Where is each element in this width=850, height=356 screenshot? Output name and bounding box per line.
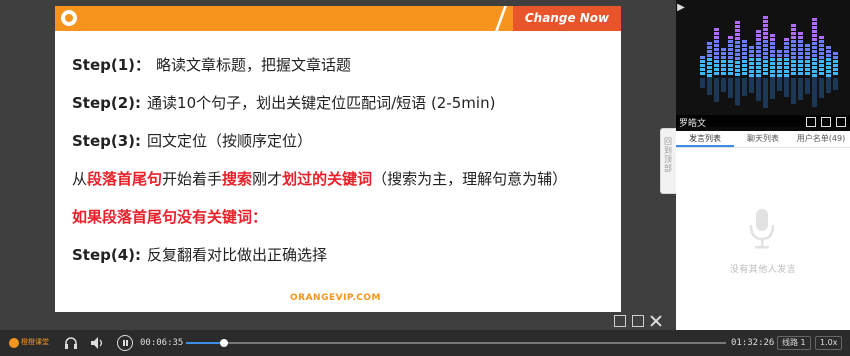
- camera-controls: [806, 117, 846, 127]
- route-selector[interactable]: 线路 1: [777, 336, 811, 350]
- tab-speech-list[interactable]: 发言列表: [676, 131, 734, 147]
- change-now-badge: Change Now: [513, 6, 621, 31]
- step-text: 回文定位（按顺序定位）: [147, 132, 313, 150]
- side-tab-label: 回到顶部: [664, 137, 672, 173]
- speed-selector[interactable]: 1.0x: [815, 336, 843, 350]
- video-stage: Change Now Step(1)： 略读文章标题，把握文章话题 Step(2)…: [0, 0, 676, 330]
- progress-slider[interactable]: [186, 339, 726, 347]
- slide-line: Step(1)： 略读文章标题，把握文章话题: [72, 56, 617, 74]
- camera-bar: 罗皓文: [676, 115, 850, 131]
- text-fragment: （搜索为主，理解句意为辅）: [372, 170, 568, 188]
- slide-line: Step(4): 反复翻看对比做出正确选择: [72, 246, 617, 264]
- step-label: Step(2):: [72, 94, 142, 112]
- chat-tabs: 发言列表 聊天列表 用户名单(49): [676, 131, 850, 148]
- player-logo: 橙橙课堂: [9, 336, 49, 350]
- step-label: Step(4):: [72, 246, 142, 264]
- orange-logo-icon: [61, 10, 77, 26]
- logo-text: 橙橙课堂: [21, 338, 49, 346]
- image-icon[interactable]: [632, 315, 644, 327]
- teacher-camera: [676, 0, 850, 127]
- step-label: Step(3):: [72, 132, 142, 150]
- step-text: 反复翻看对比做出正确选择: [147, 246, 328, 264]
- volume-icon[interactable]: [90, 336, 104, 350]
- audio-visualizer: [700, 16, 838, 108]
- document-icon[interactable]: [614, 315, 626, 327]
- chat-panel: 发言列表 聊天列表 用户名单(49) 没有其他人发言: [676, 131, 850, 330]
- header-divider: [485, 6, 515, 31]
- microphone-icon: [749, 209, 775, 249]
- slide-line: Step(3): 回文定位（按顺序定位）: [72, 132, 617, 150]
- tab-chat-list[interactable]: 聊天列表: [734, 131, 792, 147]
- headset-icon[interactable]: [64, 336, 78, 350]
- total-time: 01:32:26: [731, 338, 775, 348]
- slide-line: 从段落首尾句开始着手搜索刚才划过的关键词（搜索为主，理解句意为辅）: [72, 170, 617, 188]
- popout-icon[interactable]: [821, 117, 831, 127]
- text-fragment: 开始着手: [162, 170, 223, 188]
- highlight-text: 搜索: [222, 170, 253, 188]
- step-text: 略读文章标题，把握文章话题: [156, 56, 352, 74]
- slide-line: Step(2): 通读10个句子，划出关键定位匹配词/短语 (2-5min): [72, 94, 617, 112]
- collapse-arrow-icon[interactable]: ▶: [676, 0, 686, 16]
- swap-icon[interactable]: [806, 117, 816, 127]
- tab-user-list[interactable]: 用户名单(49): [792, 131, 850, 147]
- empty-chat-text: 没有其他人发言: [729, 265, 797, 275]
- highlight-text: 段落首尾句: [87, 170, 163, 188]
- player-bar: 橙橙课堂 00:06:35 01:32:26 线路 1 1.0x: [0, 330, 850, 356]
- highlight-text: 划过的关键词: [282, 170, 373, 188]
- text-fragment: 刚才: [252, 170, 283, 188]
- logo-icon: [9, 338, 19, 348]
- footer-brand: ORANGEVIP.COM: [290, 293, 382, 303]
- fullscreen-icon[interactable]: [836, 117, 846, 127]
- side-collapse-tab[interactable]: 回到顶部: [660, 128, 676, 194]
- slide-content: Step(1)： 略读文章标题，把握文章话题 Step(2): 通读10个句子，划出…: [72, 56, 617, 284]
- slide-header: Change Now: [55, 6, 621, 31]
- current-time: 00:06:35: [140, 338, 184, 348]
- lecture-slide: Change Now Step(1)： 略读文章标题，把握文章话题 Step(2)…: [55, 6, 621, 312]
- step-label: Step(1)：: [72, 56, 151, 74]
- stage-toolbar: [614, 313, 670, 329]
- step-text: 通读10个句子，划出关键定位匹配词/短语 (2-5min): [147, 94, 496, 112]
- slide-footer: ORANGEVIP.COM: [55, 292, 621, 312]
- text-fragment: 从: [72, 170, 88, 188]
- teacher-name: 罗皓文: [679, 119, 707, 129]
- slide-line-warning: 如果段落首尾句没有关键词：: [72, 208, 268, 226]
- progress-fill: [186, 342, 225, 344]
- pause-button[interactable]: [117, 335, 133, 351]
- progress-handle[interactable]: [220, 339, 229, 347]
- close-icon[interactable]: [650, 315, 662, 327]
